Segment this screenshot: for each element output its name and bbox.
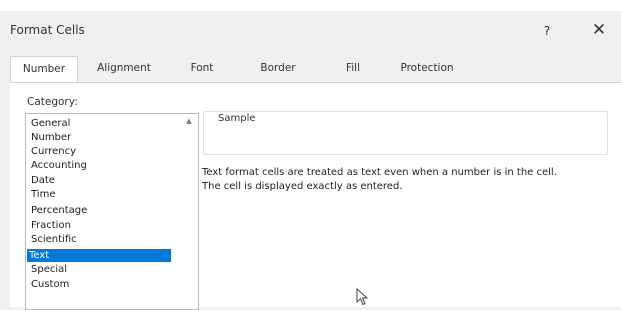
tab-strip: Number Alignment Font Border Fill Protec… <box>10 56 610 83</box>
mouse-pointer-icon <box>356 288 369 306</box>
category-item-fraction[interactable]: Fraction <box>29 219 171 232</box>
category-item-currency[interactable]: Currency <box>29 145 171 158</box>
description-line-2: The cell is displayed exactly as entered… <box>202 181 403 192</box>
chevron-up-icon[interactable]: ▲ <box>184 115 194 127</box>
tab-protection[interactable]: Protection <box>392 56 462 81</box>
sample-box <box>203 111 608 155</box>
category-item-special[interactable]: Special <box>29 263 171 276</box>
close-icon[interactable]: ✕ <box>588 19 610 41</box>
category-item-time[interactable]: Time <box>29 188 171 201</box>
window-top-strip <box>0 0 621 11</box>
help-icon[interactable]: ? <box>537 21 557 41</box>
title-bar: Format Cells ? ✕ <box>0 11 621 49</box>
format-cells-dialog: Format Cells ? ✕ Number Alignment Font B… <box>0 0 621 310</box>
number-tab-panel: Category: General Number Currency Accoun… <box>10 82 621 310</box>
category-item-percentage[interactable]: Percentage <box>29 204 171 217</box>
category-item-accounting[interactable]: Accounting <box>29 159 171 172</box>
category-item-scientific[interactable]: Scientific <box>29 233 171 246</box>
category-item-number[interactable]: Number <box>29 131 171 144</box>
format-description: Text format cells are treated as text ev… <box>202 166 612 194</box>
category-item-date[interactable]: Date <box>29 174 171 187</box>
category-item-custom[interactable]: Custom <box>29 278 171 291</box>
category-label: Category: <box>27 96 78 108</box>
category-listbox[interactable]: General Number Currency Accounting Date … <box>25 113 199 310</box>
tab-alignment[interactable]: Alignment <box>88 56 160 81</box>
sample-label: Sample <box>215 113 259 124</box>
category-item-text[interactable]: Text <box>27 249 171 262</box>
tab-number[interactable]: Number <box>10 56 78 83</box>
tab-border[interactable]: Border <box>250 56 306 81</box>
category-item-general[interactable]: General <box>29 117 171 130</box>
description-line-1: Text format cells are treated as text ev… <box>202 167 557 178</box>
category-scrollbar[interactable] <box>182 128 196 308</box>
dialog-title: Format Cells <box>10 23 85 37</box>
tab-font[interactable]: Font <box>182 56 222 81</box>
tab-fill[interactable]: Fill <box>338 56 368 81</box>
